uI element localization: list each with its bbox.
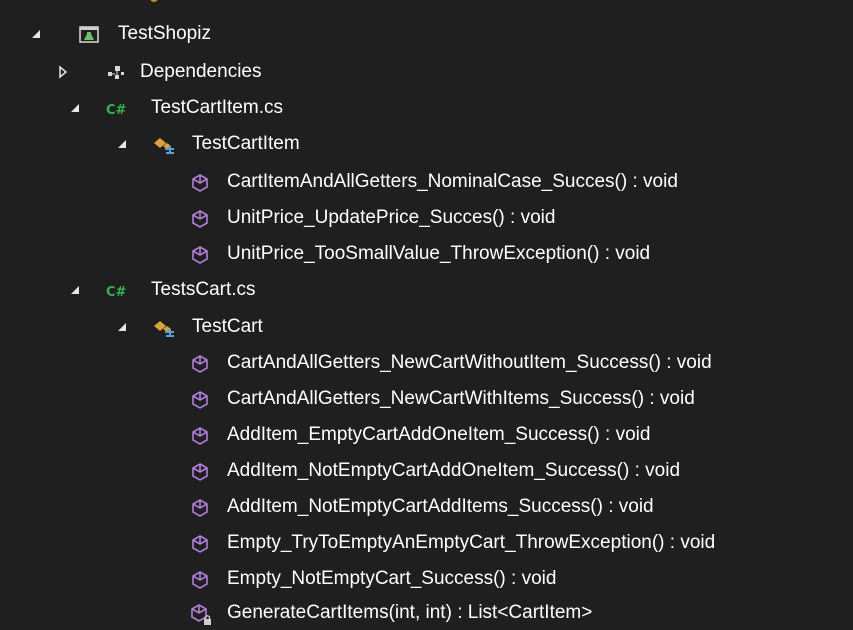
method-icon [189, 389, 211, 411]
method-label: AddItem_EmptyCartAddOneItem_Success() : … [227, 424, 651, 445]
csharp-file-icon: C# [106, 280, 128, 302]
class-label: TestCart [192, 316, 263, 337]
expanded-arrow-icon[interactable] [29, 27, 43, 41]
tree-item-class[interactable]: TestCartItem [0, 127, 853, 161]
previous-row-peek [150, 0, 450, 6]
tree-item-method[interactable]: UnitPrice_TooSmallValue_ThrowException()… [0, 237, 853, 271]
method-label: UnitPrice_UpdatePrice_Succes() : void [227, 207, 556, 228]
csharp-file-icon: C# [106, 98, 128, 120]
method-label: Empty_TryToEmptyAnEmptyCart_ThrowExcepti… [227, 532, 716, 553]
tree-item-method[interactable]: CartAndAllGetters_NewCartWithoutItem_Suc… [0, 346, 853, 380]
method-icon [189, 497, 211, 519]
tree-item-method[interactable]: AddItem_EmptyCartAddOneItem_Success() : … [0, 418, 853, 452]
method-icon [189, 353, 211, 375]
file-label: TestsCart.cs [151, 279, 256, 300]
method-label: GenerateCartItems(int, int) : List<CartI… [227, 602, 593, 623]
method-icon [189, 569, 211, 591]
method-label: Empty_NotEmptyCart_Success() : void [227, 568, 557, 589]
dependencies-label: Dependencies [140, 61, 262, 82]
solution-explorer-tree: TestShopiz Dependencies C# TestCartItem.… [0, 0, 853, 625]
method-icon [189, 461, 211, 483]
project-label: TestShopiz [118, 23, 211, 44]
tree-item-csharp-file[interactable]: C# TestsCart.cs [0, 273, 853, 307]
tree-item-method[interactable]: UnitPrice_UpdatePrice_Succes() : void [0, 201, 853, 235]
test-project-icon [78, 24, 100, 46]
class-icon [152, 134, 174, 156]
tree-item-dependencies[interactable]: Dependencies [0, 55, 853, 89]
method-icon [189, 425, 211, 447]
method-label: UnitPrice_TooSmallValue_ThrowException()… [227, 243, 651, 264]
expanded-arrow-icon[interactable] [115, 320, 129, 334]
tree-item-method[interactable]: AddItem_NotEmptyCartAddItems_Success() :… [0, 490, 853, 524]
csharp-badge: C# [106, 103, 127, 118]
class-icon [152, 317, 174, 339]
dependencies-icon [105, 62, 127, 84]
tree-item-method[interactable]: CartItemAndAllGetters_NominalCase_Succes… [0, 165, 853, 199]
file-label: TestCartItem.cs [151, 97, 283, 118]
tree-item-method[interactable]: AddItem_NotEmptyCartAddOneItem_Success()… [0, 454, 853, 488]
tree-item-class[interactable]: TestCart [0, 310, 853, 344]
expanded-arrow-icon[interactable] [68, 283, 82, 297]
method-icon [189, 208, 211, 230]
method-label: CartItemAndAllGetters_NominalCase_Succes… [227, 171, 678, 192]
peek-icon [150, 0, 158, 2]
tree-item-method[interactable]: Empty_TryToEmptyAnEmptyCart_ThrowExcepti… [0, 526, 853, 560]
expanded-arrow-icon[interactable] [68, 101, 82, 115]
method-icon [189, 244, 211, 266]
method-label: CartAndAllGetters_NewCartWithItems_Succe… [227, 388, 695, 409]
collapsed-arrow-icon[interactable] [56, 65, 70, 79]
method-icon [189, 172, 211, 194]
method-label: CartAndAllGetters_NewCartWithoutItem_Suc… [227, 352, 712, 373]
method-icon [189, 533, 211, 555]
class-label: TestCartItem [192, 133, 300, 154]
tree-item-method[interactable]: CartAndAllGetters_NewCartWithItems_Succe… [0, 382, 853, 416]
expanded-arrow-icon[interactable] [115, 137, 129, 151]
tree-item-csharp-file[interactable]: C# TestCartItem.cs [0, 91, 853, 125]
tree-item-method[interactable]: Empty_NotEmptyCart_Success() : void [0, 562, 853, 596]
csharp-badge: C# [106, 285, 127, 300]
private-method-icon [189, 603, 211, 625]
method-label: AddItem_NotEmptyCartAddOneItem_Success()… [227, 460, 681, 481]
tree-item-project[interactable]: TestShopiz [0, 17, 853, 51]
method-label: AddItem_NotEmptyCartAddItems_Success() :… [227, 496, 654, 517]
